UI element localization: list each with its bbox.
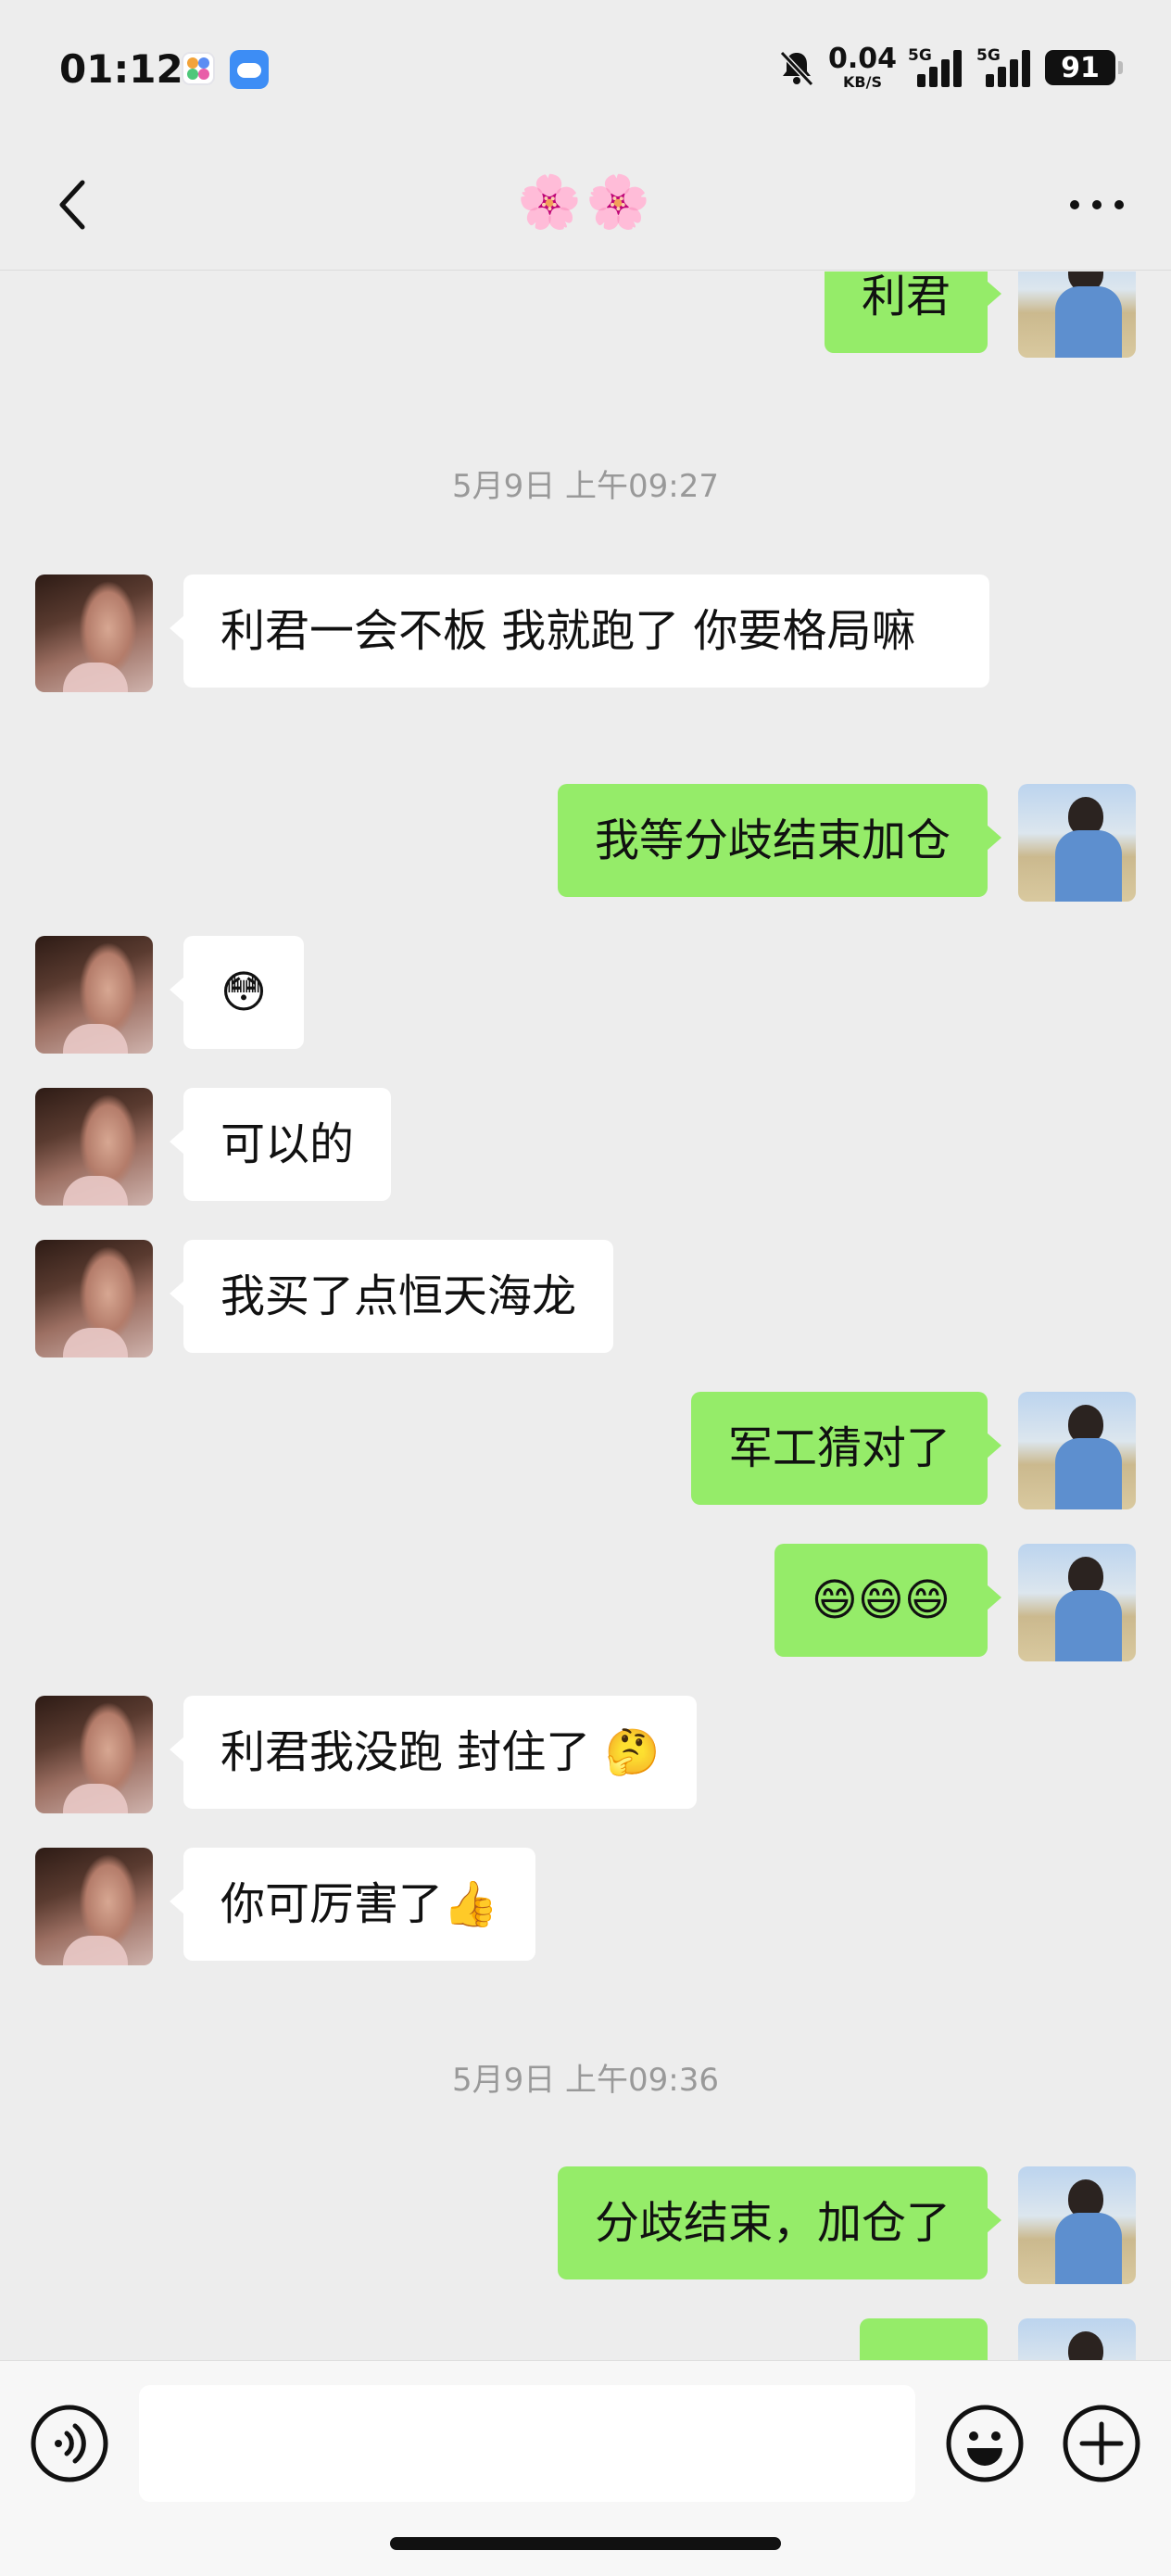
avatar[interactable] bbox=[1018, 271, 1136, 358]
avatar[interactable] bbox=[35, 1848, 153, 1965]
avatar[interactable] bbox=[35, 575, 153, 692]
avatar[interactable] bbox=[35, 1240, 153, 1357]
status-bar: 01:12 0.04 KB/S 5G 5G 91 bbox=[0, 0, 1171, 139]
plus-icon bbox=[1063, 2405, 1140, 2482]
emoji-icon bbox=[946, 2405, 1024, 2482]
message-bubble[interactable]: 分歧结束，加仓了 bbox=[557, 2166, 1002, 2279]
message-bubble[interactable]: 我买了点恒天海龙 bbox=[169, 1240, 614, 1353]
message-bubble[interactable]: 可以的 bbox=[169, 1088, 392, 1201]
emoji-button[interactable] bbox=[945, 2404, 1025, 2483]
signal-label: 5G bbox=[976, 46, 1001, 65]
more-button[interactable] bbox=[1060, 172, 1134, 237]
message-bubble[interactable]: 利君一会不板 我就跑了 你要格局嘛 bbox=[170, 575, 989, 688]
chat-header: 🌸🌸 bbox=[0, 139, 1171, 271]
message-list[interactable]: 利君 5月9日 上午09:27 利君一会不板 我就跑了 你要格局嘛 我等分歧结束… bbox=[0, 271, 1171, 2360]
message-bubble[interactable]: 你可厉害了👍 bbox=[170, 1848, 535, 1961]
signal-icon: 5G bbox=[976, 46, 1034, 89]
app-icon bbox=[182, 52, 215, 85]
voice-button[interactable] bbox=[30, 2404, 109, 2483]
net-speed-unit: KB/S bbox=[843, 73, 882, 91]
avatar[interactable] bbox=[1018, 1392, 1136, 1509]
net-speed: 0.04 KB/S bbox=[828, 45, 897, 90]
home-indicator[interactable] bbox=[390, 2537, 781, 2550]
battery-level: 91 bbox=[1061, 51, 1100, 84]
message-bubble[interactable]: 我等分歧结束加仓 bbox=[557, 784, 1002, 897]
message-input[interactable] bbox=[139, 2385, 915, 2502]
mute-bell-icon bbox=[779, 50, 814, 87]
timestamp: 5月9日 上午09:27 bbox=[451, 468, 720, 505]
signal-icon: 5G bbox=[908, 46, 965, 89]
avatar[interactable] bbox=[1018, 2166, 1136, 2284]
timestamp: 5月9日 上午09:36 bbox=[451, 2062, 720, 2099]
message-bubble[interactable]: 利君 bbox=[824, 271, 1002, 353]
status-time: 01:12 bbox=[59, 46, 183, 92]
weather-icon bbox=[230, 50, 269, 89]
avatar[interactable] bbox=[35, 1696, 153, 1813]
message-bubble[interactable]: 利君我没跑 封住了 🤔 bbox=[169, 1696, 698, 1809]
net-speed-value: 0.04 bbox=[827, 43, 897, 75]
avatar[interactable] bbox=[35, 936, 153, 1054]
plus-button[interactable] bbox=[1062, 2404, 1141, 2483]
status-right: 0.04 KB/S 5G 5G 91 bbox=[776, 44, 1123, 91]
message-bubble[interactable]: 😄😄😄 bbox=[774, 1544, 1002, 1657]
chat-title: 🌸🌸 bbox=[517, 172, 654, 233]
avatar[interactable] bbox=[35, 1088, 153, 1206]
signal-label: 5G bbox=[908, 46, 932, 65]
avatar[interactable] bbox=[1018, 1544, 1136, 1661]
message-bubble[interactable]: 😳 bbox=[169, 936, 305, 1049]
message-bubble[interactable]: 军工猜对了 bbox=[690, 1392, 1002, 1505]
avatar[interactable] bbox=[1018, 2318, 1136, 2360]
avatar[interactable] bbox=[1018, 784, 1136, 902]
battery-icon: 91 bbox=[1045, 50, 1123, 85]
voice-icon bbox=[31, 2405, 108, 2482]
more-dots-icon bbox=[1070, 200, 1124, 209]
message-bubble[interactable] bbox=[860, 2318, 1001, 2360]
